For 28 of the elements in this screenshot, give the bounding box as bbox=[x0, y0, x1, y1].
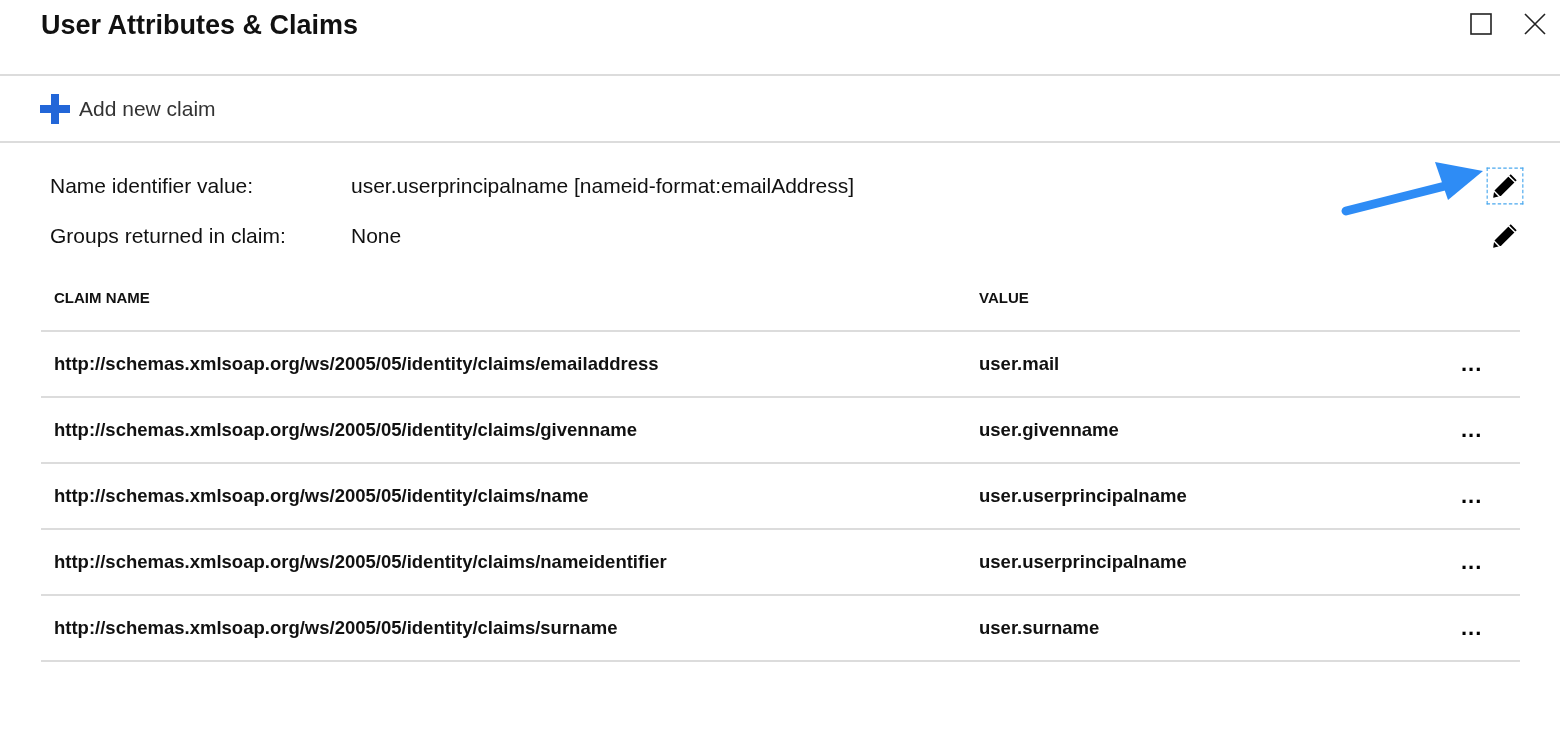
attribute-label: Groups returned in claim: bbox=[50, 224, 287, 248]
column-header: VALUE bbox=[966, 277, 1444, 331]
maximize-icon[interactable] bbox=[1470, 13, 1492, 35]
attribute-label: Name identifier value: bbox=[50, 174, 255, 198]
table-cell: http://schemas.xmlsoap.org/ws/2005/05/identity/claims/surname bbox=[41, 595, 966, 661]
table-cell: http://schemas.xmlsoap.org/ws/2005/05/identity/claims/nameidentifier bbox=[41, 529, 966, 595]
pencil-icon bbox=[1491, 222, 1519, 250]
table-cell: user.userprincipalname bbox=[966, 529, 1444, 595]
pencil-icon bbox=[1491, 172, 1519, 200]
more-button[interactable]: ... bbox=[1457, 351, 1487, 377]
window-title: User Attributes & Claims bbox=[41, 10, 359, 41]
add-claim-button[interactable]: Add new claim bbox=[40, 93, 216, 124]
table-cell: http://schemas.xmlsoap.org/ws/2005/05/identity/claims/name bbox=[41, 463, 966, 529]
table-cell: http://schemas.xmlsoap.org/ws/2005/05/identity/claims/givenname bbox=[41, 397, 966, 463]
table-cell: http://schemas.xmlsoap.org/ws/2005/05/identity/claims/emailaddress bbox=[41, 331, 966, 397]
table-cell: user.givenname bbox=[966, 397, 1444, 463]
plus-icon bbox=[40, 93, 70, 124]
table-cell: user.surname bbox=[966, 595, 1444, 661]
attribute-value: user.userprincipalname [nameid-format:emailAddress] bbox=[351, 174, 856, 198]
more-button[interactable]: ... bbox=[1457, 549, 1487, 575]
column-header: CLAIM NAME bbox=[41, 277, 966, 331]
more-button[interactable]: ... bbox=[1457, 615, 1487, 641]
attribute-value: None bbox=[351, 224, 403, 248]
table-cell: user.mail bbox=[966, 331, 1444, 397]
more-button[interactable]: ... bbox=[1457, 483, 1487, 509]
table-cell: user.userprincipalname bbox=[966, 463, 1444, 529]
close-icon[interactable] bbox=[1524, 13, 1546, 35]
more-button[interactable]: ... bbox=[1457, 417, 1487, 443]
